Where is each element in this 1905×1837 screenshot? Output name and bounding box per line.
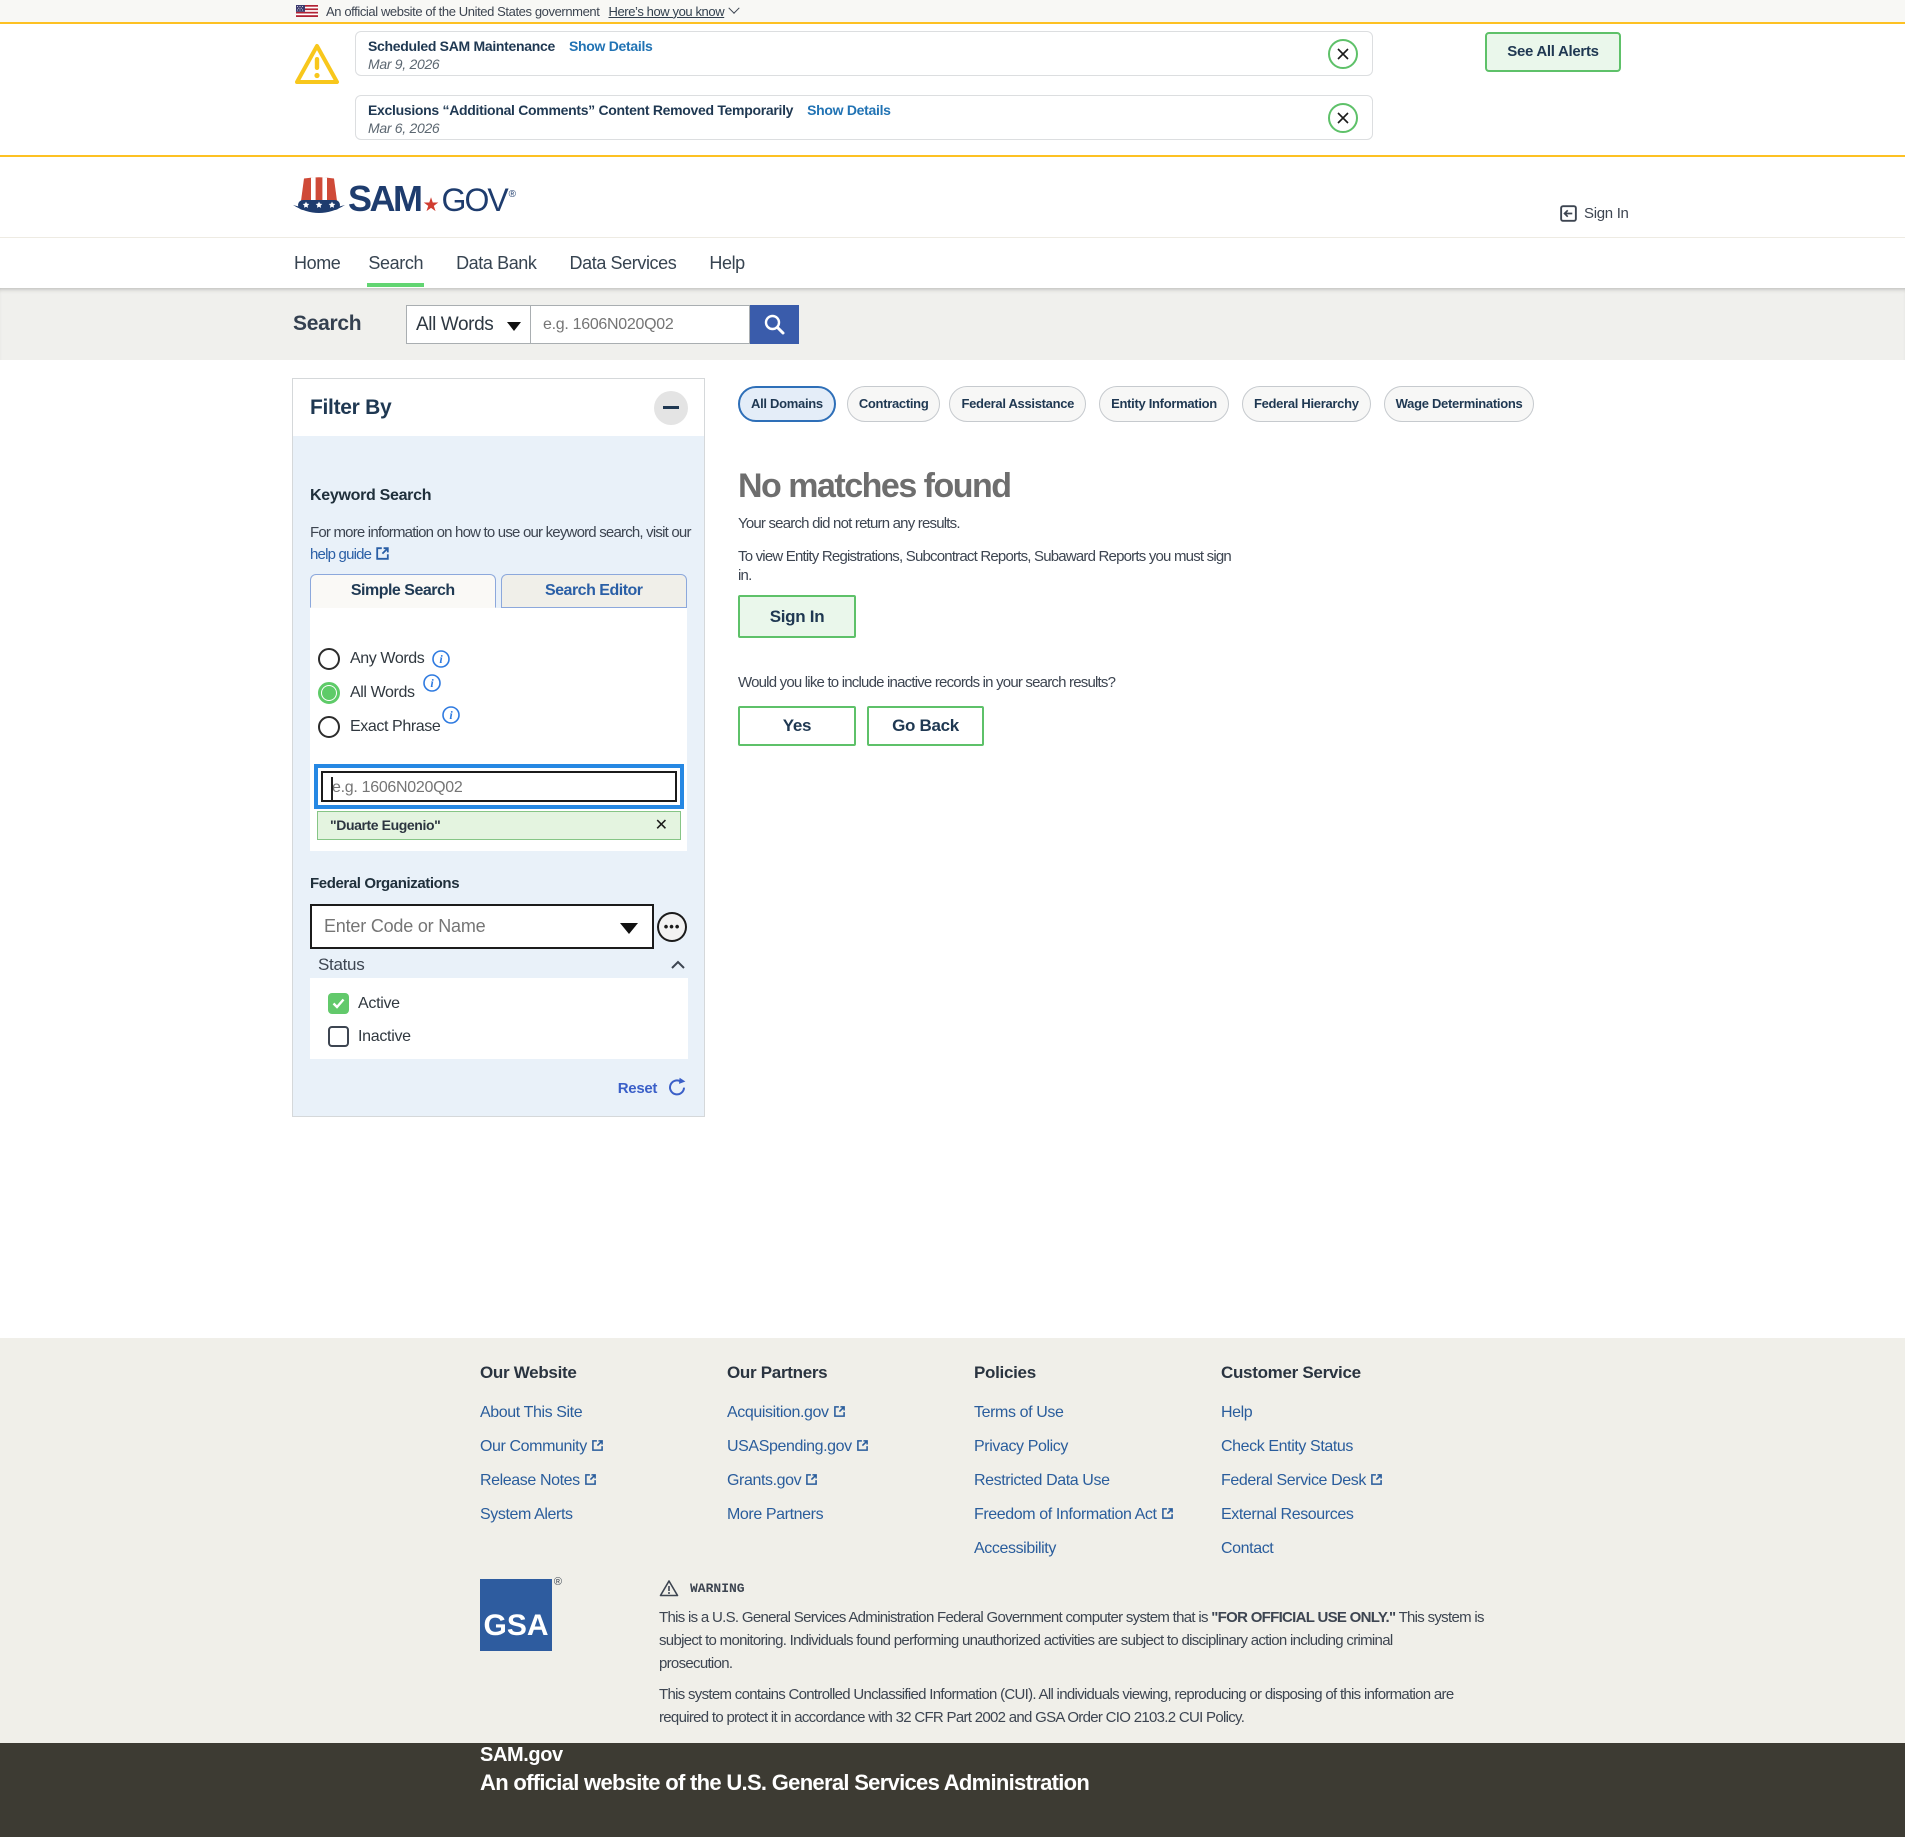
svg-text:i: i [440, 652, 444, 666]
svg-text:i: i [430, 676, 434, 690]
svg-text:i: i [450, 708, 454, 722]
